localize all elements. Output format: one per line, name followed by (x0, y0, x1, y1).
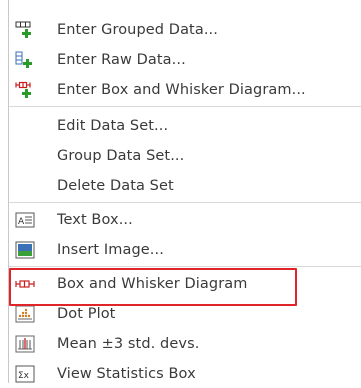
mean-std-icon (15, 335, 35, 353)
menu-item-view-statistics-box[interactable]: Σx View Statistics Box (9, 360, 361, 388)
menu-item-enter-grouped-data[interactable]: Enter Grouped Data... (9, 16, 361, 44)
box-whisker-add-icon (15, 81, 35, 99)
menu-item-label: Group Data Set... (57, 148, 185, 164)
menu-item-label: Text Box... (57, 212, 133, 228)
svg-text:Σx: Σx (18, 371, 30, 381)
raw-data-add-icon (15, 51, 35, 69)
menu-item-label: Insert Image... (57, 242, 164, 258)
menu-item-label: Edit Data Set... (57, 118, 169, 134)
menu-item-edit-data-set[interactable]: Edit Data Set... (9, 112, 361, 140)
menu-item-label: Delete Data Set (57, 178, 174, 194)
menu-item-mean-std-devs[interactable]: Mean ±3 std. devs. (9, 330, 361, 358)
menu-item-delete-data-set[interactable]: Delete Data Set (9, 172, 361, 200)
menu-item-label: Enter Grouped Data... (57, 22, 218, 38)
menu-item-label: View Statistics Box (57, 366, 196, 382)
grouped-data-add-icon (15, 21, 35, 39)
svg-text:A: A (18, 217, 25, 227)
menu-item-label: Enter Raw Data... (57, 52, 186, 68)
menu-separator (9, 266, 361, 267)
menu-item-enter-box-whisker[interactable]: Enter Box and Whisker Diagram... (9, 76, 361, 104)
menu-item-text-box[interactable]: A Text Box... (9, 206, 361, 234)
dot-plot-icon (15, 305, 35, 323)
menu-item-enter-raw-data[interactable]: Enter Raw Data... (9, 46, 361, 74)
menu-separator (9, 202, 361, 203)
menu-separator (9, 106, 361, 107)
text-box-icon: A (15, 211, 35, 229)
menu-item-label: Dot Plot (57, 306, 116, 322)
statistics-sigma-icon: Σx (15, 365, 35, 383)
context-menu: Enter Grouped Data... Enter Raw Data... (0, 0, 361, 383)
selection-highlight-box (9, 268, 297, 306)
menu-item-insert-image[interactable]: Insert Image... (9, 236, 361, 264)
image-icon (15, 241, 35, 259)
menu-item-label: Mean ±3 std. devs. (57, 336, 200, 352)
menu-item-group-data-set[interactable]: Group Data Set... (9, 142, 361, 170)
menu-item-label: Enter Box and Whisker Diagram... (57, 82, 306, 98)
